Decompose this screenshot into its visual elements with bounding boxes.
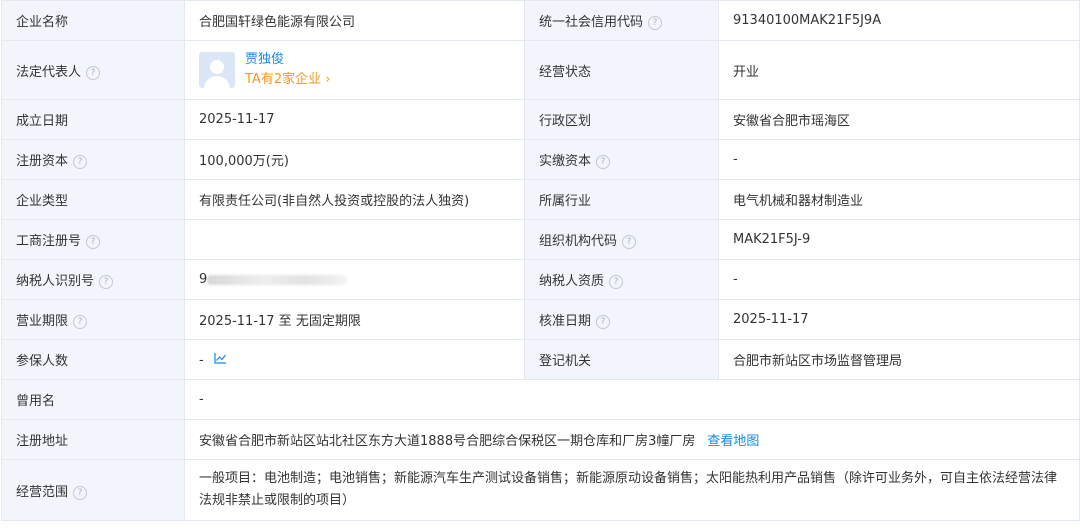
value-insured-count: - [184,339,525,380]
trend-chart-icon[interactable] [214,352,227,368]
value-former-name: - [184,379,1080,420]
value-taxpayer-id: 9 [184,259,525,300]
help-icon[interactable]: ? [596,315,611,329]
row-reg-no: 工商注册号? 组织机构代码? MAK21F5J-9 [1,219,1080,260]
value-business-scope: 一般项目：电池制造；电池销售；新能源汽车生产测试设备销售；新能源原动设备销售；太… [184,459,1080,521]
value-founded: 2025-11-17 [184,99,525,140]
value-credit-code: 91340100MAK21F5J9A [718,0,1080,41]
label-org-code: 组织机构代码? [524,219,719,260]
value-approval-date: 2025-11-17 [718,299,1080,340]
taxpayer-id-text: 9 [199,272,208,287]
help-icon[interactable]: ? [622,235,637,249]
label-approval-date: 核准日期? [524,299,719,340]
label-legal-rep: 法定代表人? [1,40,185,100]
help-icon[interactable]: ? [648,16,663,30]
value-company-type: 有限责任公司(非自然人投资或控股的法人独资) [184,179,525,220]
legal-rep-info: 贾独俊 TA有2家企业 › [245,50,330,90]
row-insured: 参保人数 - 登记机关 合肥市新站区市场监督管理局 [1,339,1080,380]
help-icon[interactable]: ? [86,65,101,80]
label-taxpayer-qualification: 纳税人资质? [524,259,719,300]
avatar[interactable] [199,52,235,88]
value-status: 开业 [718,40,1080,100]
help-icon[interactable]: ? [73,315,88,329]
label-credit-code: 统一社会信用代码? [524,0,719,41]
value-registered-capital: 100,000万(元) [184,139,525,180]
label-former-name: 曾用名 [1,379,185,420]
value-registration-authority: 合肥市新站区市场监督管理局 [718,339,1080,380]
value-industry: 电气机械和器材制造业 [718,179,1080,220]
view-map-link[interactable]: 查看地图 [707,434,759,449]
row-type: 企业类型 有限责任公司(非自然人投资或控股的法人独资) 所属行业 电气机械和器材… [1,179,1080,220]
row-former-name: 曾用名 - [1,379,1080,420]
label-business-term: 营业期限? [1,299,185,340]
value-taxpayer-qualification: - [718,259,1080,300]
label-text: 纳税人识别号 [16,274,95,289]
row-legal-rep: 法定代表人? 贾独俊 TA有2家企业 › 经营状态 开业 [1,40,1080,100]
label-text: 纳税人资质 [539,274,605,289]
value-company-name: 合肥国轩绿色能源有限公司 [184,0,525,41]
help-icon[interactable]: ? [73,155,88,169]
label-text: 组织机构代码 [539,234,618,249]
label-text: 工商注册号 [16,234,82,249]
label-registration-authority: 登记机关 [524,339,719,380]
row-capital: 注册资本? 100,000万(元) 实缴资本? - [1,139,1080,180]
label-company-type: 企业类型 [1,179,185,220]
company-info-table: 企业名称 合肥国轩绿色能源有限公司 统一社会信用代码? 91340100MAK2… [1,0,1080,521]
label-text: 注册资本 [16,154,69,169]
row-founded: 成立日期 2025-11-17 行政区划 安徽省合肥市瑶海区 [1,99,1080,140]
label-company-name: 企业名称 [1,0,185,41]
label-paid-capital: 实缴资本? [524,139,719,180]
label-text: 实缴资本 [539,154,592,169]
label-address: 注册地址 [1,419,185,460]
help-icon[interactable]: ? [73,485,88,500]
help-icon[interactable]: ? [609,275,624,289]
help-icon[interactable]: ? [99,275,114,289]
label-founded: 成立日期 [1,99,185,140]
label-industry: 所属行业 [524,179,719,220]
value-reg-no [184,219,525,260]
value-legal-rep: 贾独俊 TA有2家企业 › [184,40,525,100]
label-taxpayer-id: 纳税人识别号? [1,259,185,300]
value-paid-capital: - [718,139,1080,180]
related-companies-link[interactable]: TA有2家企业 › [245,70,330,90]
redacted-blur [207,274,348,285]
address-text: 安徽省合肥市新站区站北社区东方大道1888号合肥综合保税区一期仓库和厂房3幢厂房 [199,434,696,449]
value-business-term: 2025-11-17 至 无固定期限 [184,299,525,340]
label-reg-no: 工商注册号? [1,219,185,260]
label-text: 统一社会信用代码 [539,15,644,30]
label-status: 经营状态 [524,40,719,100]
help-icon[interactable]: ? [596,155,611,169]
row-taxpayer: 纳税人识别号? 9 纳税人资质? - [1,259,1080,300]
label-text: 核准日期 [539,314,592,329]
row-company-name: 企业名称 合肥国轩绿色能源有限公司 统一社会信用代码? 91340100MAK2… [1,0,1080,41]
label-text: 法定代表人 [16,64,82,80]
label-text: 经营范围 [16,484,69,500]
label-region: 行政区划 [524,99,719,140]
legal-rep-name-link[interactable]: 贾独俊 [245,50,330,70]
value-address: 安徽省合肥市新站区站北社区东方大道1888号合肥综合保税区一期仓库和厂房3幢厂房… [184,419,1080,460]
label-business-scope: 经营范围? [1,459,185,521]
value-org-code: MAK21F5J-9 [718,219,1080,260]
value-region: 安徽省合肥市瑶海区 [718,99,1080,140]
row-address: 注册地址 安徽省合肥市新站区站北社区东方大道1888号合肥综合保税区一期仓库和厂… [1,419,1080,460]
insured-count-text: - [199,352,204,368]
row-term: 营业期限? 2025-11-17 至 无固定期限 核准日期? 2025-11-1… [1,299,1080,340]
help-icon[interactable]: ? [86,235,101,249]
label-registered-capital: 注册资本? [1,139,185,180]
label-text: 营业期限 [16,314,69,329]
label-insured-count: 参保人数 [1,339,185,380]
row-scope: 经营范围? 一般项目：电池制造；电池销售；新能源汽车生产测试设备销售；新能源原动… [1,459,1080,521]
